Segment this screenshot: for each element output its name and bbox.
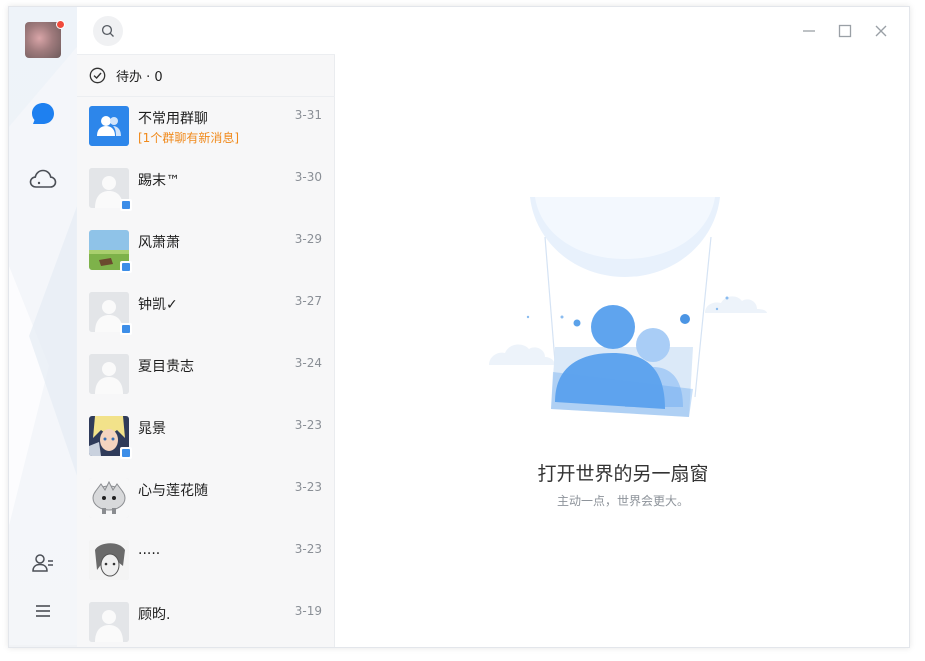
close-icon: [875, 25, 887, 37]
conversation-item[interactable]: 钟凯✓ 3-27: [77, 283, 335, 345]
cloud-icon: [29, 169, 57, 188]
conversation-date: 3-27: [294, 294, 322, 308]
conversation-item[interactable]: ..... 3-23: [77, 531, 335, 593]
contacts-nav-button[interactable]: [29, 549, 57, 577]
conversation-avatar: [89, 106, 129, 146]
app-window: 待办 · 0 不常用群聊 [1个群聊有新消息] 3-31 踢末™ 3-30 风萧萧 3-29…: [8, 6, 910, 648]
conversation-name: 不常用群聊: [138, 111, 208, 127]
cloud-nav-button[interactable]: [29, 165, 57, 193]
conversation-name: 心与莲花随: [138, 483, 208, 499]
conversation-date: 3-19: [294, 604, 322, 618]
conversation-name: 风萧萧: [138, 235, 180, 251]
conversation-avatar: [89, 540, 129, 580]
maximize-button[interactable]: [835, 21, 855, 41]
conversation-date: 3-31: [294, 108, 322, 122]
chat-bubble-icon: [32, 103, 54, 124]
conversation-name: 踢末™: [138, 173, 180, 189]
menu-icon: [36, 605, 50, 617]
conversation-preview: [1个群聊有新消息]: [138, 131, 239, 145]
conversation-name: .....: [138, 542, 161, 558]
todo-row[interactable]: 待办 · 0: [77, 55, 335, 97]
close-button[interactable]: [871, 21, 891, 41]
check-circle-icon: [89, 67, 106, 84]
conversation-date: 3-23: [294, 418, 322, 432]
conversation-list: 不常用群聊 [1个群聊有新消息] 3-31 踢末™ 3-30 风萧萧 3-29 钟凯✓ 3-27…: [77, 97, 335, 647]
conversation-name: 钟凯✓: [138, 297, 178, 313]
conversation-date: 3-24: [294, 356, 322, 370]
user-avatar[interactable]: [25, 22, 61, 58]
mobile-online-icon: [120, 261, 132, 273]
conversation-avatar: [89, 602, 129, 642]
conversation-avatar: [89, 478, 129, 518]
minimize-icon: [803, 30, 815, 32]
conversation-name: 晁景: [138, 421, 166, 437]
conversation-item[interactable]: 踢末™ 3-30: [77, 159, 335, 221]
conversation-item[interactable]: 顾昀. 3-19: [77, 593, 335, 647]
conversation-date: 3-30: [294, 170, 322, 184]
conversation-date: 3-23: [294, 480, 322, 494]
empty-state-title: 打开世界的另一扇窗: [537, 463, 709, 485]
menu-nav-button[interactable]: [29, 597, 57, 625]
empty-state-illustration: [489, 197, 767, 417]
contacts-icon: [32, 554, 53, 572]
conversation-date: 3-23: [294, 542, 322, 556]
empty-state-subtitle: 主动一点，世界会更大。: [556, 494, 689, 508]
conversation-avatar: [89, 354, 129, 394]
conversation-item[interactable]: 心与莲花随 3-23: [77, 469, 335, 531]
nav-rail: [9, 7, 77, 647]
conversation-name: 夏目贵志: [138, 359, 194, 375]
conversation-item[interactable]: 不常用群聊 [1个群聊有新消息] 3-31: [77, 97, 335, 159]
search-icon: [101, 24, 114, 37]
mobile-online-icon: [120, 447, 132, 459]
mobile-online-icon: [120, 199, 132, 211]
mobile-online-icon: [120, 323, 132, 335]
minimize-button[interactable]: [799, 21, 819, 41]
conversation-item[interactable]: 风萧萧 3-29: [77, 221, 335, 283]
conversation-item[interactable]: 晁景 3-23: [77, 407, 335, 469]
messages-nav-button[interactable]: [29, 100, 57, 128]
conversation-name: 顾昀.: [138, 607, 171, 623]
todo-label: 待办 · 0: [116, 70, 163, 85]
conversation-panel: 待办 · 0 不常用群聊 [1个群聊有新消息] 3-31 踢末™ 3-30 风萧萧 3-29…: [77, 7, 335, 647]
conversation-item[interactable]: 夏目贵志 3-24: [77, 345, 335, 407]
unread-dot: [56, 20, 65, 29]
maximize-icon: [838, 24, 852, 38]
search-bar: [77, 7, 335, 55]
main-area: 打开世界的另一扇窗 主动一点，世界会更大。: [335, 7, 909, 647]
conversation-date: 3-29: [294, 232, 322, 246]
search-button[interactable]: [93, 16, 123, 46]
